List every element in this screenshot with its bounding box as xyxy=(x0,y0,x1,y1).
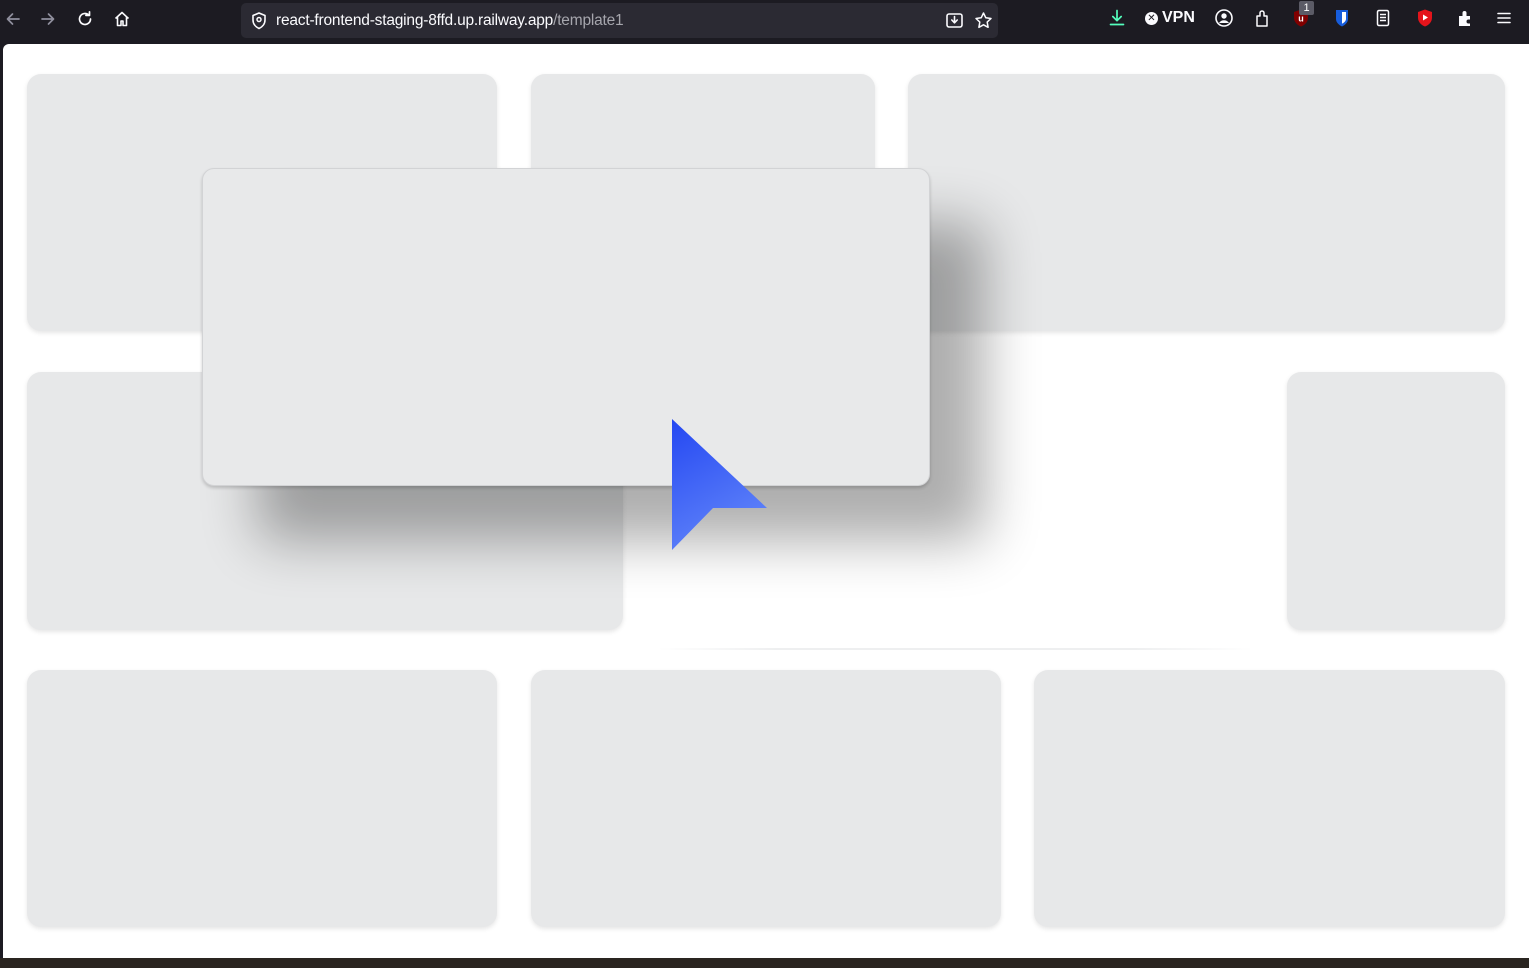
bitwarden-icon xyxy=(1336,10,1348,27)
url-text[interactable]: react-frontend-staging-8ffd.up.railway.a… xyxy=(276,3,624,38)
url-bar[interactable]: react-frontend-staging-8ffd.up.railway.a… xyxy=(241,3,998,38)
reload-icon xyxy=(78,10,92,26)
url-path: /template1 xyxy=(553,12,624,29)
reload-button[interactable] xyxy=(72,6,98,32)
dragged-card[interactable] xyxy=(202,168,930,486)
vpn-label: VPN xyxy=(1162,9,1195,26)
extension-puzzle-icon xyxy=(1256,10,1268,27)
bookmark-button[interactable] xyxy=(972,9,994,31)
card-r3-c2[interactable] xyxy=(531,670,1001,927)
reader-button[interactable] xyxy=(1371,6,1395,30)
cursor-pointer-icon xyxy=(672,419,767,550)
vpn-button[interactable]: ✕ VPN xyxy=(1145,8,1195,28)
shield-icon[interactable] xyxy=(249,11,269,31)
menu-icon xyxy=(1497,12,1511,24)
page-viewport xyxy=(3,44,1529,958)
back-button[interactable] xyxy=(0,6,26,32)
arrow-right-icon xyxy=(41,13,55,25)
ublock-badge: 1 xyxy=(1299,1,1314,15)
extension-puzzle-button[interactable] xyxy=(1250,6,1274,30)
arrow-left-icon xyxy=(6,13,20,25)
save-page-icon xyxy=(945,12,963,28)
downloads-button[interactable] xyxy=(1105,6,1129,30)
bookmark-star-icon xyxy=(974,11,992,28)
extensions-icon xyxy=(1459,11,1470,26)
svg-text:u: u xyxy=(1298,14,1304,24)
reader-icon xyxy=(1376,9,1390,27)
card-r3-c1[interactable] xyxy=(27,670,497,927)
youtube-button[interactable] xyxy=(1413,6,1437,30)
browser-toolbar: react-frontend-staging-8ffd.up.railway.a… xyxy=(0,0,1529,44)
card-r3-c3[interactable] xyxy=(1034,670,1505,927)
taskbar-strip xyxy=(0,958,1529,968)
youtube-icon xyxy=(1418,9,1432,27)
vpn-icon: ✕ xyxy=(1145,11,1158,25)
drop-placeholder-line xyxy=(658,648,1253,650)
bitwarden-button[interactable] xyxy=(1330,6,1354,30)
home-icon xyxy=(114,11,130,27)
save-page-button[interactable] xyxy=(943,9,965,31)
url-host: react-frontend-staging-8ffd.up.railway.a… xyxy=(276,12,554,29)
card-r2-c3[interactable] xyxy=(1287,372,1505,630)
home-button[interactable] xyxy=(109,6,135,32)
extensions-button[interactable] xyxy=(1454,6,1478,30)
menu-button[interactable] xyxy=(1492,6,1516,30)
account-icon xyxy=(1215,9,1233,27)
account-button[interactable] xyxy=(1212,6,1236,30)
forward-button[interactable] xyxy=(35,6,61,32)
download-icon xyxy=(1109,9,1125,26)
card-r1-c3[interactable] xyxy=(908,74,1505,331)
